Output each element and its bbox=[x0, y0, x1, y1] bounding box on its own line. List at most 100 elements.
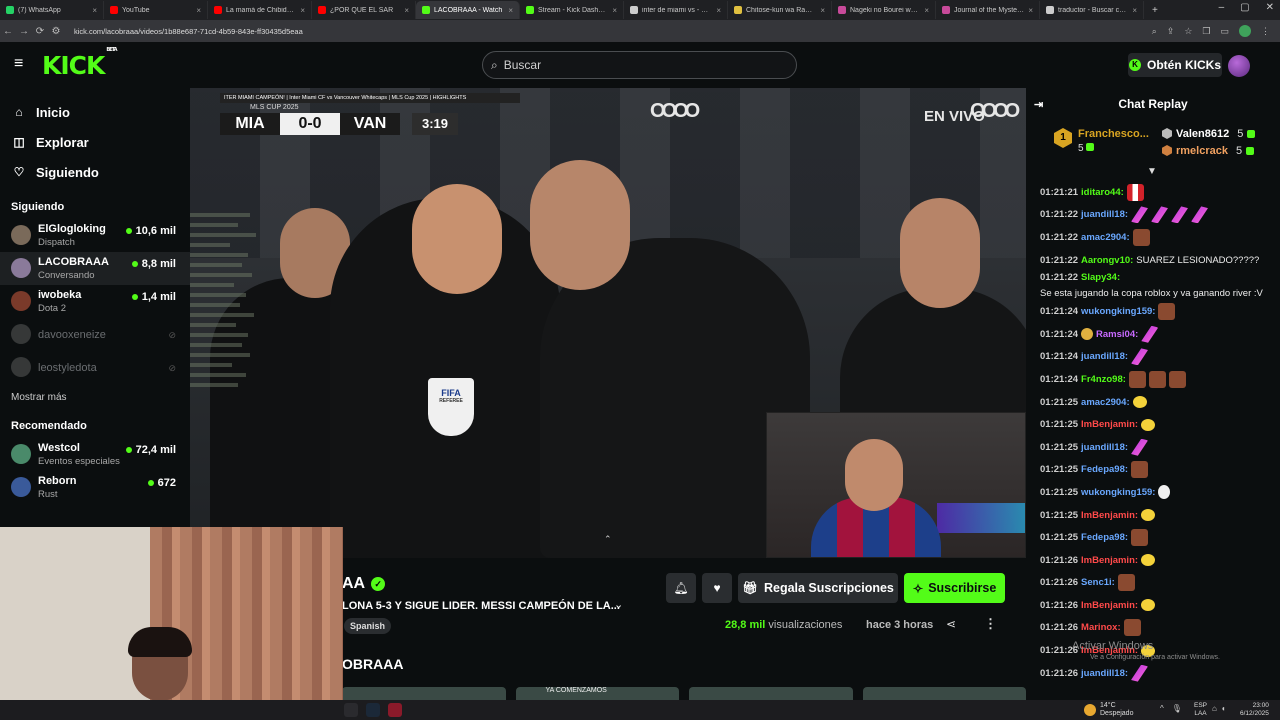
kick-logo[interactable]: KICKBETA bbox=[42, 47, 118, 80]
message-username[interactable]: Fedepa98: bbox=[1081, 463, 1128, 476]
message-username[interactable]: Fr4nzo98: bbox=[1081, 373, 1126, 386]
message-username[interactable]: amac2904: bbox=[1081, 396, 1130, 409]
tab-close-icon[interactable]: × bbox=[924, 6, 929, 15]
browser-tab[interactable]: Stream - Kick Dashboard × bbox=[520, 1, 624, 19]
gifter-row[interactable]: Valen8612 5 bbox=[1162, 125, 1256, 142]
collapse-chat-icon[interactable]: ⇥ bbox=[1034, 98, 1043, 111]
browser-tab[interactable]: YouTube × bbox=[104, 1, 208, 19]
user-avatar[interactable] bbox=[1228, 55, 1250, 77]
gifter-row[interactable]: rmelcrack 5 bbox=[1162, 142, 1255, 159]
message-username[interactable]: Senc1i: bbox=[1081, 576, 1115, 589]
extensions-icon[interactable]: ❒ bbox=[1202, 26, 1210, 37]
video-thumbnail[interactable] bbox=[862, 687, 1026, 700]
browser-tab[interactable]: LACOBRAAA - Watch × bbox=[416, 1, 520, 19]
volume-icon[interactable]: ◖ bbox=[1221, 704, 1226, 713]
tab-close-icon[interactable]: × bbox=[92, 6, 97, 15]
browser-tab[interactable]: Journal of the Mysterio × bbox=[936, 1, 1040, 19]
gift-subs-button[interactable]: 🎁︎ Regala Suscripciones bbox=[738, 573, 898, 603]
channel-item[interactable]: iwobeka Dota 2 1,4 mil bbox=[0, 285, 190, 318]
app-icon[interactable] bbox=[388, 703, 402, 717]
tab-close-icon[interactable]: × bbox=[196, 6, 201, 15]
get-kicks-button[interactable]: K Obtén KICKs bbox=[1128, 53, 1222, 77]
tab-close-icon[interactable]: × bbox=[508, 6, 513, 15]
message-username[interactable]: ImBenjamin: bbox=[1081, 418, 1138, 431]
input-language[interactable]: ESP LAA bbox=[1194, 702, 1207, 718]
tab-close-icon[interactable]: × bbox=[300, 6, 305, 15]
browser-tab[interactable]: Chitose-kun wa Ramune × bbox=[728, 1, 832, 19]
message-username[interactable]: juandill18: bbox=[1081, 441, 1128, 454]
channel-item[interactable]: Westcol Eventos especiales 72,4 mil bbox=[0, 438, 190, 471]
back-icon[interactable]: ← bbox=[0, 26, 16, 37]
minimize-icon[interactable]: – bbox=[1219, 2, 1225, 13]
channel-item[interactable]: ElGlogloking Dispatch 10,6 mil bbox=[0, 219, 190, 252]
follow-heart-button[interactable]: ♥ bbox=[702, 573, 732, 603]
tab-close-icon[interactable]: × bbox=[716, 6, 721, 15]
show-more-link[interactable]: Mostrar más bbox=[0, 392, 190, 403]
message-username[interactable]: iditaro44: bbox=[1081, 186, 1124, 199]
message-username[interactable]: wukongking159: bbox=[1081, 305, 1155, 318]
weather-widget[interactable]: 14°C Despejado bbox=[1084, 702, 1133, 718]
bookmark-star-icon[interactable]: ☆ bbox=[1184, 26, 1192, 37]
menu-hamburger-icon[interactable]: ≡ bbox=[14, 56, 28, 72]
steam-icon[interactable] bbox=[366, 703, 380, 717]
collapse-chevron-icon[interactable]: ⌃ bbox=[604, 534, 612, 545]
mic-icon[interactable]: 🎙︎ bbox=[1172, 704, 1182, 713]
channel-item[interactable]: Reborn Rust 672 bbox=[0, 471, 190, 504]
pinned-toggle-icon[interactable]: ▼ bbox=[1147, 166, 1157, 177]
browser-tab[interactable]: traductor - Buscar con G × bbox=[1040, 1, 1144, 19]
tab-close-icon[interactable]: × bbox=[1028, 6, 1033, 15]
search-taskbar-icon[interactable] bbox=[344, 703, 358, 717]
message-username[interactable]: ImBenjamin: bbox=[1081, 509, 1138, 522]
language-tag[interactable]: Spanish bbox=[344, 618, 392, 634]
channel-item[interactable]: LACOBRAAA Conversando 8,8 mil bbox=[0, 252, 190, 285]
tray-arrow-icon[interactable]: ^ bbox=[1160, 704, 1164, 713]
search-input[interactable]: ⌕ Buscar bbox=[482, 51, 797, 79]
tab-close-icon[interactable]: × bbox=[612, 6, 617, 15]
message-username[interactable]: ImBenjamin: bbox=[1081, 599, 1138, 612]
share-icon[interactable]: ⋖ bbox=[946, 617, 956, 631]
reload-icon[interactable]: ⟳ bbox=[32, 26, 48, 37]
notification-bell-button[interactable]: 🔔︎ bbox=[666, 573, 696, 603]
browser-tab[interactable]: La mamá de Chibidoki ap × bbox=[208, 1, 312, 19]
message-username[interactable]: Marinox: bbox=[1081, 621, 1121, 634]
new-tab-icon[interactable]: + bbox=[1152, 5, 1158, 16]
top-gifter[interactable]: 1 Franchesco... 5 bbox=[1054, 128, 1149, 154]
browser-tab[interactable]: ¿POR QUÉ EL SAR × bbox=[312, 1, 416, 19]
share-page-icon[interactable]: ⇪ bbox=[1167, 26, 1175, 37]
browser-tab[interactable]: inter de miami vs - Busca × bbox=[624, 1, 728, 19]
channel-item[interactable]: davooxeneize ⊘ bbox=[0, 318, 190, 351]
zoom-icon[interactable]: ⌕ bbox=[1152, 26, 1157, 37]
video-thumbnail[interactable]: YA COMENZAMOS bbox=[515, 687, 679, 700]
sidepanel-icon[interactable]: ▭ bbox=[1220, 26, 1229, 37]
sidebar-item-explorar[interactable]: ◫ Explorar bbox=[0, 127, 190, 157]
tab-close-icon[interactable]: × bbox=[1132, 6, 1137, 15]
video-thumbnail[interactable] bbox=[342, 687, 506, 700]
message-username[interactable]: Aarongv10: bbox=[1081, 254, 1133, 267]
video-player[interactable]: OOOO OOOO FIFA REFEREE ITER MIAMI CAMPEÓN… bbox=[190, 88, 1026, 558]
message-username[interactable]: juandill18: bbox=[1081, 208, 1128, 221]
channel-item[interactable]: leostyledota ⊘ bbox=[0, 351, 190, 384]
expand-title-chevron-icon[interactable]: ⌄ bbox=[614, 598, 623, 611]
tab-close-icon[interactable]: × bbox=[820, 6, 825, 15]
more-options-icon[interactable]: ⋮ bbox=[984, 616, 997, 632]
profile-avatar-icon[interactable] bbox=[1239, 25, 1251, 37]
tab-close-icon[interactable]: × bbox=[404, 6, 409, 15]
forward-icon[interactable]: → bbox=[16, 26, 32, 37]
clock[interactable]: 23:00 6/12/2025 bbox=[1240, 702, 1269, 718]
sidebar-item-inicio[interactable]: ⌂ Inicio bbox=[0, 97, 190, 127]
message-username[interactable]: wukongking159: bbox=[1081, 486, 1155, 499]
maximize-icon[interactable]: ▢ bbox=[1240, 2, 1249, 13]
url-field[interactable]: kick.com/lacobraaa/videos/1b88e687-71cd-… bbox=[74, 27, 1152, 36]
message-username[interactable]: juandill18: bbox=[1081, 350, 1128, 363]
video-thumbnail[interactable] bbox=[689, 687, 853, 700]
subscribe-button[interactable]: ✧ Suscribirse bbox=[904, 573, 1005, 603]
sidebar-item-siguiendo[interactable]: ♡ Siguiendo bbox=[0, 157, 190, 187]
message-username[interactable]: Ramsi04: bbox=[1096, 328, 1138, 341]
message-username[interactable]: ImBenjamin: bbox=[1081, 554, 1138, 567]
message-username[interactable]: Fedepa98: bbox=[1081, 531, 1128, 544]
message-username[interactable]: amac2904: bbox=[1081, 231, 1130, 244]
browser-tab[interactable]: (7) WhatsApp × bbox=[0, 1, 104, 19]
close-window-icon[interactable]: ✕ bbox=[1266, 2, 1274, 13]
message-username[interactable]: Slapy34: bbox=[1081, 271, 1120, 284]
site-info-icon[interactable]: ⚙ bbox=[48, 26, 64, 37]
